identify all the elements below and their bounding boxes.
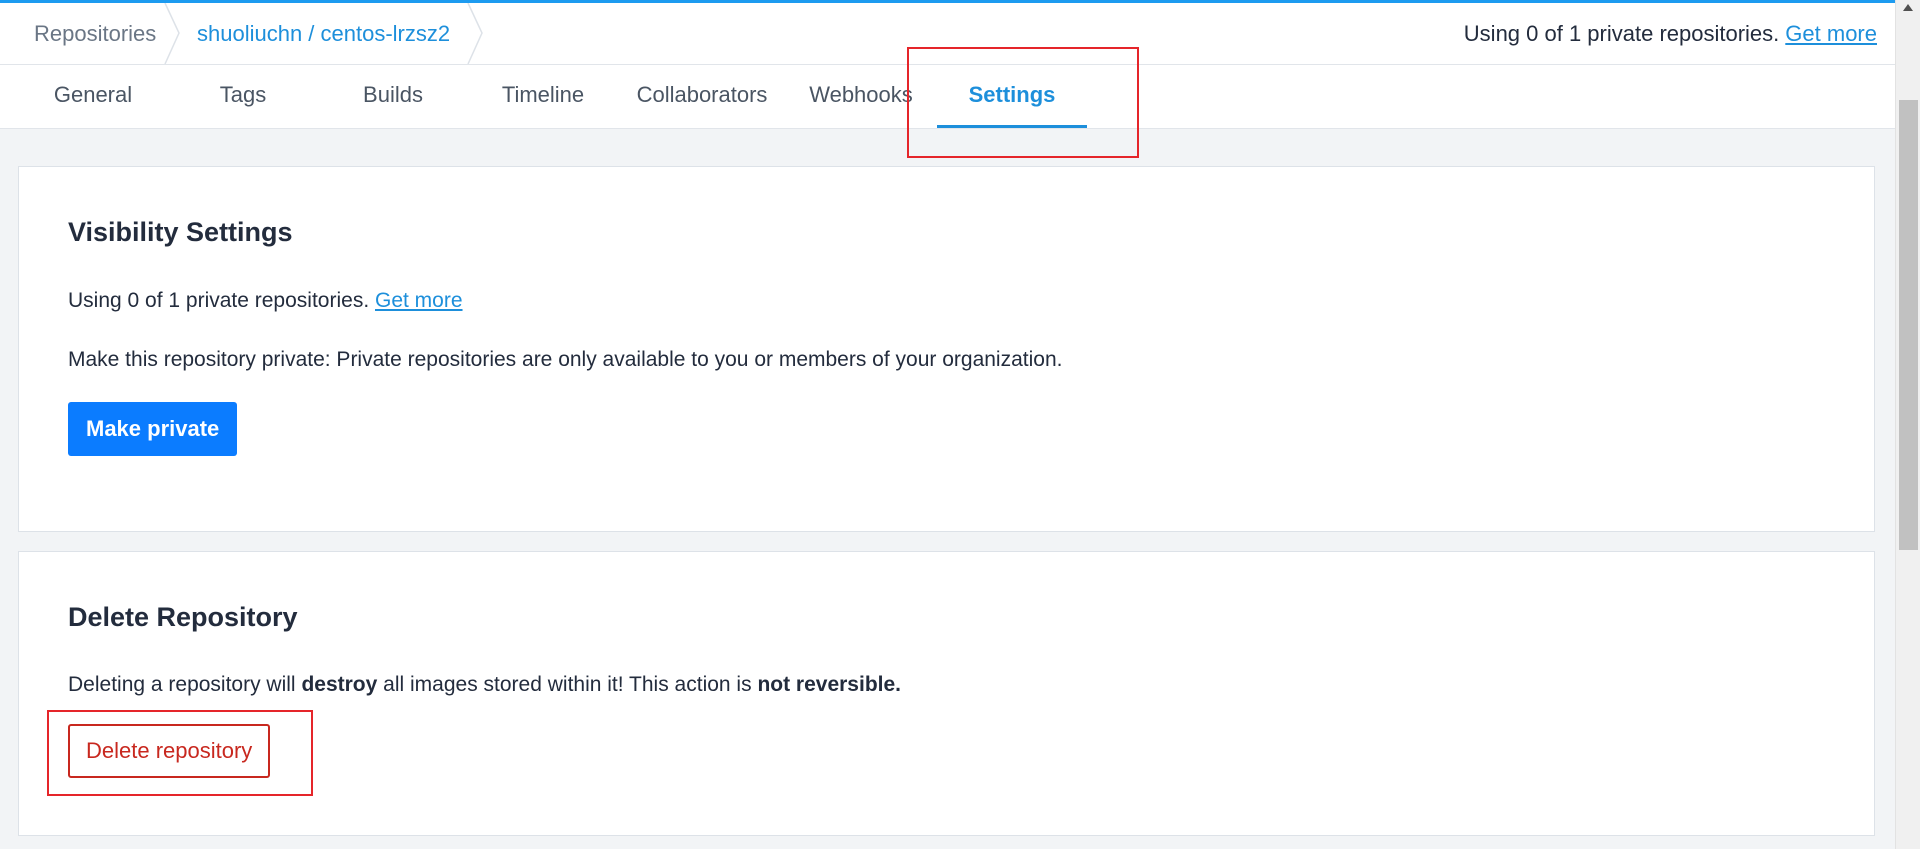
scroll-up-arrow-icon[interactable] bbox=[1903, 4, 1913, 11]
breadcrumb: Repositories shuoliuchn / centos-lrzsz2 … bbox=[0, 3, 1895, 65]
delete-warning-part1: Deleting a repository will bbox=[68, 673, 296, 696]
visibility-usage: Using 0 of 1 private repositories. Get m… bbox=[68, 289, 463, 313]
visibility-usage-text: Using 0 of 1 private repositories. bbox=[68, 289, 370, 312]
chevron-right-icon bbox=[466, 3, 484, 64]
delete-repository-title: Delete Repository bbox=[68, 602, 298, 632]
make-private-button[interactable]: Make private bbox=[68, 402, 238, 456]
app-area: Repositories shuoliuchn / centos-lrzsz2 … bbox=[0, 0, 1895, 849]
plan-usage-text: Using 0 of 1 private repositories. bbox=[1463, 21, 1780, 46]
delete-repository-card: Delete Repository Deleting a repository … bbox=[18, 551, 1875, 836]
delete-warning-bold-destroy: destroy bbox=[301, 673, 378, 696]
tab-webhooks[interactable]: Webhooks bbox=[800, 65, 922, 128]
delete-warning-bold-not-reversible: not reversible. bbox=[757, 673, 901, 696]
visibility-settings-title: Visibility Settings bbox=[68, 217, 293, 247]
visibility-settings-card: Visibility Settings Using 0 of 1 private… bbox=[18, 166, 1875, 532]
plan-usage: Using 0 of 1 private repositories. Get mo… bbox=[1464, 3, 1877, 64]
page: Repositories shuoliuchn / centos-lrzsz2 … bbox=[0, 0, 1920, 849]
visibility-get-more-link[interactable]: Get more bbox=[375, 289, 463, 312]
breadcrumb-repositories-link[interactable]: Repositories bbox=[34, 3, 156, 64]
delete-warning-part2: all images stored within it! This action… bbox=[383, 673, 752, 696]
visibility-description: Make this repository private: Private re… bbox=[68, 348, 1063, 371]
tab-collaborators[interactable]: Collaborators bbox=[632, 65, 772, 128]
tab-timeline[interactable]: Timeline bbox=[484, 65, 602, 128]
tab-tags[interactable]: Tags bbox=[184, 65, 302, 128]
tab-builds[interactable]: Builds bbox=[334, 65, 452, 128]
scrollbar-thumb[interactable] bbox=[1899, 100, 1918, 550]
tab-settings[interactable]: Settings bbox=[937, 65, 1087, 128]
tab-general[interactable]: General bbox=[34, 65, 152, 128]
delete-warning-text: Deleting a repository will destroy all i… bbox=[68, 673, 901, 697]
chevron-right-icon bbox=[163, 3, 181, 64]
breadcrumb-current-repo[interactable]: shuoliuchn / centos-lrzsz2 bbox=[197, 3, 450, 64]
vertical-scrollbar[interactable] bbox=[1895, 0, 1920, 849]
repo-tabs: General Tags Builds Timeline Collaborato… bbox=[0, 65, 1895, 129]
get-more-link[interactable]: Get more bbox=[1785, 21, 1877, 46]
delete-repository-button[interactable]: Delete repository bbox=[68, 724, 271, 778]
